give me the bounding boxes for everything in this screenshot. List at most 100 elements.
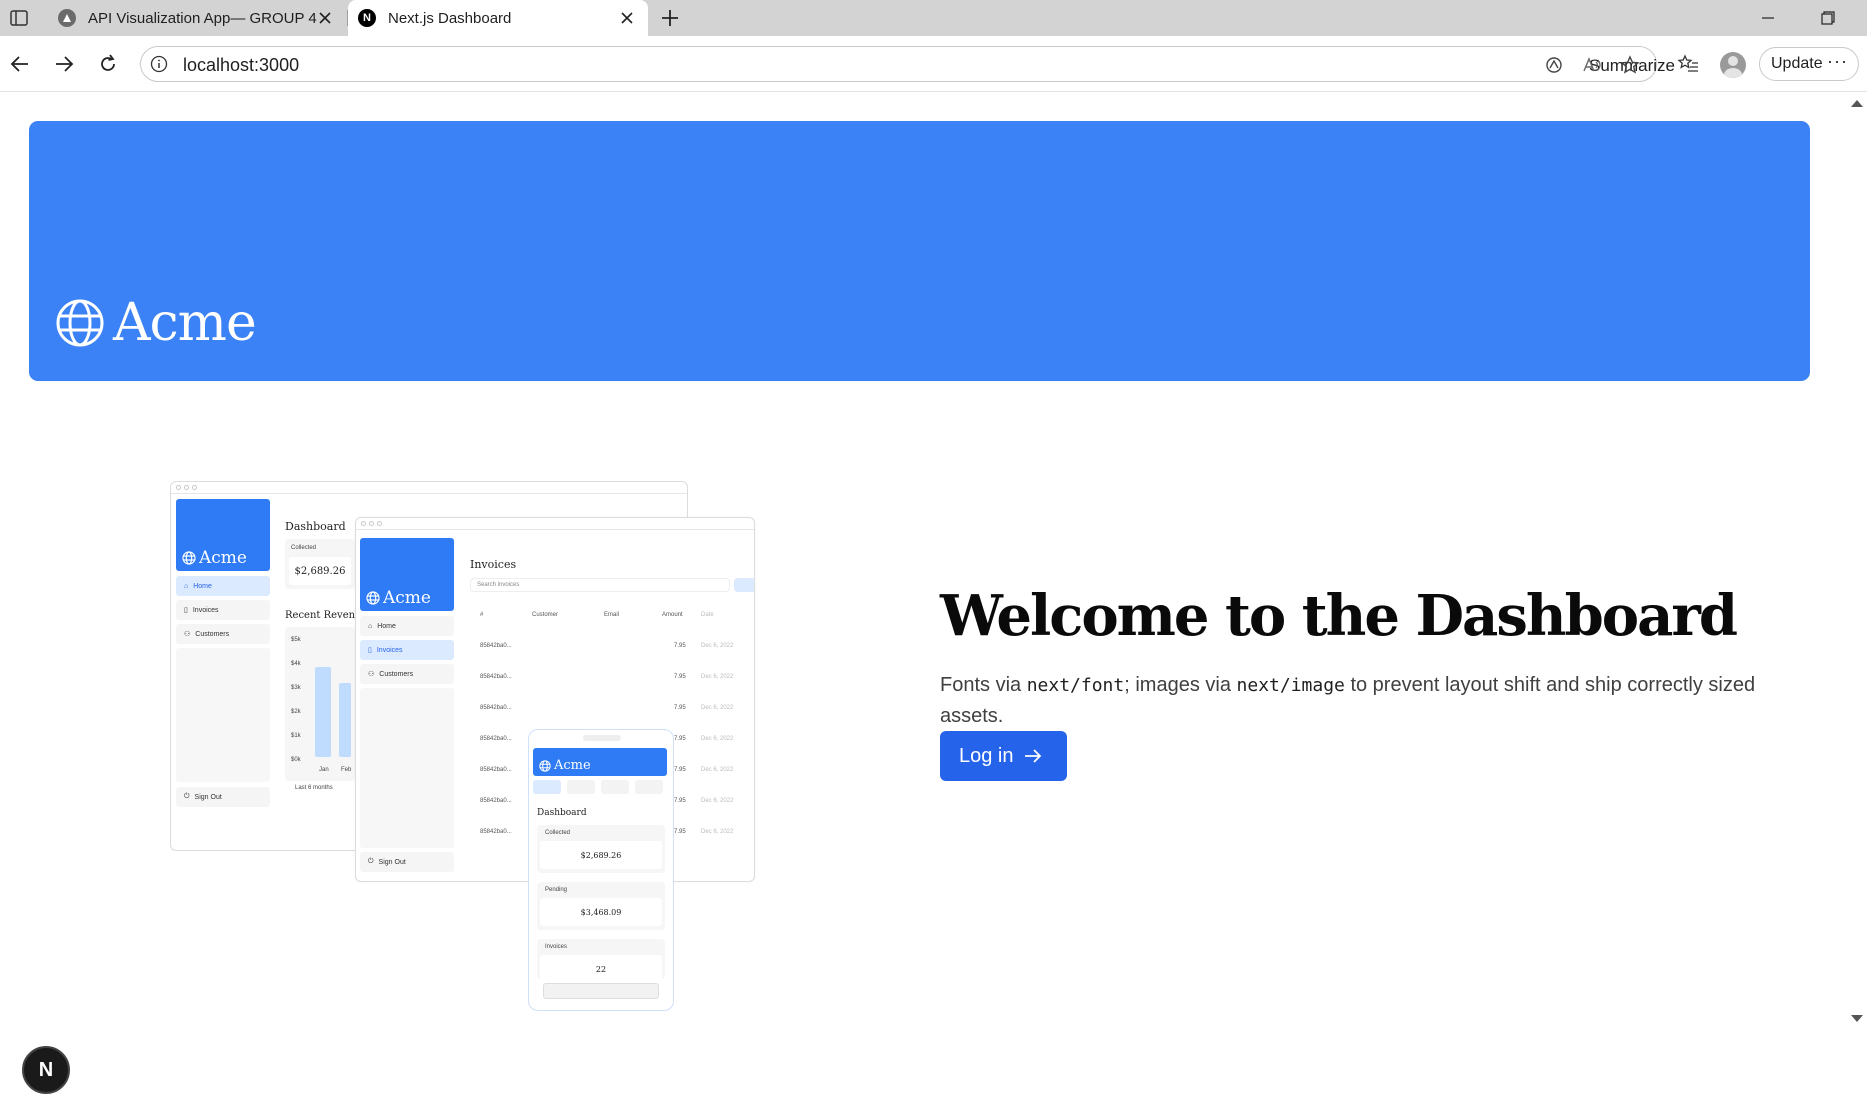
y-tick: $1k (291, 733, 301, 739)
tab-api-visualization[interactable]: API Visualization App— GROUP 4 (48, 0, 346, 36)
read-aloud-icon[interactable] (1581, 54, 1603, 76)
login-label: Log in (959, 744, 1014, 767)
mobile-mockup: Acme Dashboard Collected $2,689.26 Pendi… (528, 729, 674, 1011)
address-bar[interactable]: localhost:3000 Summarize (140, 46, 1675, 82)
url-text[interactable]: localhost:3000 (183, 55, 299, 76)
mock-page-title: Dashboard (285, 520, 346, 533)
globe-icon (182, 551, 196, 565)
favorite-star-icon[interactable] (1619, 54, 1641, 76)
browser-toolbar: localhost:3000 Summarize Update ··· (0, 36, 1867, 92)
window-bar (356, 518, 754, 530)
row-amount: 7.95 (674, 736, 686, 742)
arrow-right-icon (1024, 748, 1042, 764)
mock-sign-out: ⏻ Sign Out (360, 852, 454, 872)
minimize-icon[interactable] (1756, 6, 1780, 30)
col-header: Email (604, 612, 620, 618)
row-date: Dec 6, 2022 (701, 736, 734, 742)
update-label: Update (1771, 55, 1823, 72)
y-tick: $3k (291, 685, 301, 691)
mock-sign-out-label: Sign Out (378, 858, 406, 866)
mock-nav-home: ⌂ Home (176, 576, 270, 596)
row-date: Dec 6, 2022 (701, 674, 734, 680)
col-header: # (480, 612, 484, 618)
close-tab-icon[interactable] (618, 9, 636, 27)
mock-nav-customers: ⚇ Customers (360, 664, 454, 684)
tab-actions-icon[interactable] (6, 6, 32, 30)
mock-page-title: Invoices (470, 558, 517, 571)
x-tick: Feb (341, 767, 352, 773)
reload-icon[interactable] (94, 50, 122, 78)
more-options-icon[interactable]: ··· (1827, 51, 1848, 72)
scroll-up-arrow-icon[interactable] (1851, 100, 1863, 107)
home-icon: ⌂ (184, 582, 189, 590)
document-icon: ▯ (184, 607, 188, 614)
home-icon: ⌂ (368, 622, 373, 630)
power-icon: ⏻ (368, 858, 374, 865)
table-row: 85842ba0... (480, 674, 512, 680)
desc-text: ; images via (1124, 674, 1237, 696)
brand-name: Acme (113, 293, 257, 353)
close-tab-icon[interactable] (316, 9, 334, 27)
mock-revenue-chart: $5k $4k $3k $2k $1k $0k Jan Feb (285, 627, 355, 781)
acme-logo[interactable]: Acme (55, 293, 257, 353)
mockup-brand-name: Acme (199, 548, 247, 568)
table-row: 85842ba0... (480, 736, 512, 742)
table-row: 85842ba0... (480, 767, 512, 773)
copilot-icon[interactable] (1543, 54, 1565, 76)
mock-nav-label: Home (377, 622, 396, 630)
power-icon: ⏻ (184, 793, 190, 800)
mock-collected-card: Collected $2,689.26 (285, 539, 355, 589)
profile-avatar[interactable] (1720, 52, 1746, 78)
mock-pending-card: Pending $3,468.09 (537, 882, 665, 930)
new-tab-plus-icon[interactable] (656, 4, 684, 32)
mobile-nav-home-icon (533, 780, 561, 794)
table-row: 85842ba0... (480, 705, 512, 711)
row-amount: 7.95 (674, 705, 686, 711)
mock-nav-customers: ⚇ Customers (176, 624, 270, 644)
scroll-down-arrow-icon[interactable] (1851, 1015, 1863, 1022)
mock-sidebar-fill (360, 688, 454, 848)
login-button[interactable]: Log in (940, 731, 1067, 781)
table-row: 85842ba0... (480, 829, 512, 835)
mock-nav-home: ⌂ Home (360, 616, 454, 636)
mock-search-placeholder: Search invoices (477, 582, 520, 588)
nextjs-logo-icon: N (38, 1058, 54, 1081)
mobile-nav-signout-icon (635, 780, 663, 794)
restore-icon[interactable] (1816, 6, 1840, 30)
mock-nav-label: Invoices (192, 606, 219, 614)
page-description: Fonts via next/font; images via next/ima… (940, 670, 1820, 732)
mockup-brand: Acme (176, 499, 270, 571)
mock-card-value: $3,468.09 (540, 898, 662, 926)
mock-page-title: Dashboard (537, 808, 587, 818)
row-date: Dec 6, 2022 (701, 829, 734, 835)
desc-code: next/font (1026, 675, 1125, 696)
site-info-icon[interactable] (149, 54, 169, 74)
mock-nav-label: Customers (379, 670, 414, 678)
vertical-scrollbar[interactable] (1850, 92, 1867, 1030)
back-arrow-icon[interactable] (6, 50, 34, 78)
globe-icon (366, 591, 380, 605)
mobile-bottom-bar (543, 983, 659, 999)
forward-arrow-icon[interactable] (50, 50, 78, 78)
favorites-list-icon[interactable] (1676, 52, 1700, 76)
tab-favicon-icon (58, 9, 76, 27)
update-button[interactable]: Update ··· (1759, 47, 1859, 81)
table-row: 85842ba0... (480, 643, 512, 649)
col-header: Date (701, 612, 714, 618)
mock-collected-card: Collected $2,689.26 (537, 825, 665, 873)
row-date: Dec 6, 2022 (701, 643, 734, 649)
revenue-bar (315, 667, 331, 757)
mockup-brand-name: Acme (554, 758, 591, 773)
revenue-bar (339, 683, 351, 757)
document-icon: ▯ (368, 647, 372, 654)
tab-nextjs-dashboard[interactable]: N Next.js Dashboard (348, 0, 648, 36)
table-row: 85842ba0... (480, 798, 512, 804)
y-tick: $5k (291, 637, 301, 643)
page-title: Welcome to the Dashboard (940, 583, 1738, 649)
mock-card-value: $2,689.26 (289, 557, 351, 585)
mock-card-value: $2,689.26 (540, 841, 662, 869)
mock-sign-out-label: Sign Out (194, 793, 222, 801)
mock-chart-footer: Last 6 months (295, 785, 333, 791)
nextjs-dev-tools-button[interactable]: N (22, 1046, 70, 1094)
row-amount: 7.95 (674, 674, 686, 680)
